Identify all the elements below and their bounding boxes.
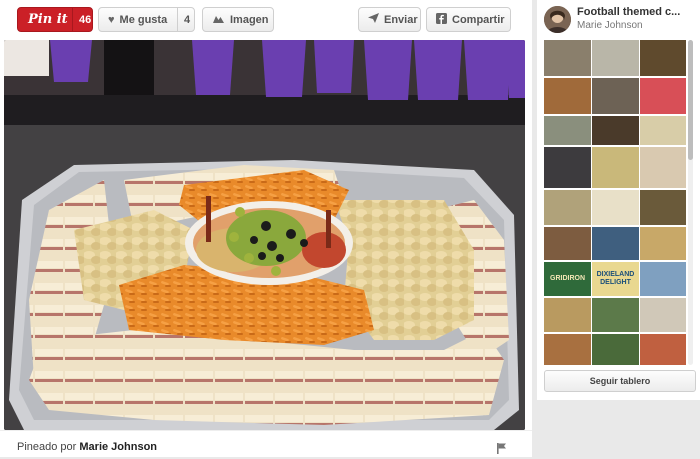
- board-owner-name[interactable]: Marie Johnson: [577, 20, 643, 31]
- pin-panel: Pin it 46 ♥ Me gusta 4 Imagen Enviar Com…: [0, 0, 532, 457]
- pin-it-label: Pin it: [28, 12, 68, 27]
- image-button[interactable]: Imagen: [202, 7, 274, 32]
- board-scrollbar-thumb[interactable]: [688, 40, 693, 160]
- board-thumbnail[interactable]: [592, 116, 639, 145]
- board-thumbnail[interactable]: [544, 227, 591, 260]
- board-thumbnail[interactable]: DIXIELAND DELIGHT: [592, 262, 639, 296]
- pin-image[interactable]: [4, 40, 525, 430]
- like-button[interactable]: ♥ Me gusta 4: [98, 7, 195, 32]
- board-thumbnail[interactable]: [592, 78, 639, 114]
- football-snack-tray-photo: [4, 40, 525, 430]
- pinned-by-prefix: Pineado por: [17, 441, 77, 453]
- board-thumbnail[interactable]: GRIDIRON: [544, 262, 591, 296]
- board-thumbnail[interactable]: [640, 298, 686, 332]
- board-thumbnail[interactable]: [592, 298, 639, 332]
- follow-board-button[interactable]: Seguir tablero: [544, 370, 696, 392]
- board-thumbnail[interactable]: [544, 78, 591, 114]
- board-thumbnail[interactable]: [640, 334, 686, 365]
- pin-toolbar: Pin it 46 ♥ Me gusta 4 Imagen Enviar Com…: [0, 0, 532, 40]
- board-title[interactable]: Football themed c...: [577, 6, 689, 18]
- pin-footer: Pineado por Marie Johnson: [0, 430, 532, 458]
- send-label: Enviar: [384, 13, 418, 26]
- board-thumbnail[interactable]: [640, 262, 686, 296]
- pinned-by-text: Pineado por Marie Johnson: [17, 441, 157, 453]
- facebook-icon: [436, 12, 447, 27]
- board-thumbnail[interactable]: [640, 116, 686, 145]
- board-thumbnail[interactable]: [544, 298, 591, 332]
- share-button[interactable]: Compartir: [426, 7, 511, 32]
- board-thumbnail[interactable]: [544, 40, 591, 76]
- board-thumbnail[interactable]: [592, 190, 639, 225]
- board-thumbnail[interactable]: [592, 40, 639, 76]
- heart-icon: ♥: [108, 13, 115, 26]
- board-thumbnail[interactable]: [592, 147, 639, 188]
- board-thumbnail[interactable]: [640, 190, 686, 225]
- flag-icon[interactable]: [497, 441, 506, 459]
- board-thumbnail[interactable]: [544, 116, 591, 145]
- paper-plane-icon: [368, 13, 379, 26]
- image-label: Imagen: [230, 13, 269, 26]
- board-thumbnail[interactable]: [640, 227, 686, 260]
- pinned-by-user-link[interactable]: Marie Johnson: [79, 441, 157, 453]
- board-thumbnail-grid: GRIDIRON DIXIELAND DELIGHT: [544, 40, 686, 365]
- board-owner-avatar[interactable]: [544, 6, 571, 33]
- board-thumbnail[interactable]: [592, 227, 639, 260]
- like-label: Me gusta: [119, 13, 168, 26]
- pin-it-button[interactable]: Pin it 46: [17, 7, 93, 32]
- pin-count: 46: [72, 8, 91, 31]
- like-count: 4: [177, 8, 196, 31]
- board-thumbnail[interactable]: [544, 190, 591, 225]
- share-label: Compartir: [452, 13, 505, 26]
- board-thumbnail[interactable]: [544, 334, 591, 365]
- board-thumbnail[interactable]: [592, 334, 639, 365]
- board-thumbnail[interactable]: [640, 78, 686, 114]
- board-thumbnail[interactable]: [640, 40, 686, 76]
- send-button[interactable]: Enviar: [358, 7, 421, 32]
- board-thumbnail[interactable]: [544, 147, 591, 188]
- image-icon: [212, 13, 225, 27]
- board-thumbnail[interactable]: [640, 147, 686, 188]
